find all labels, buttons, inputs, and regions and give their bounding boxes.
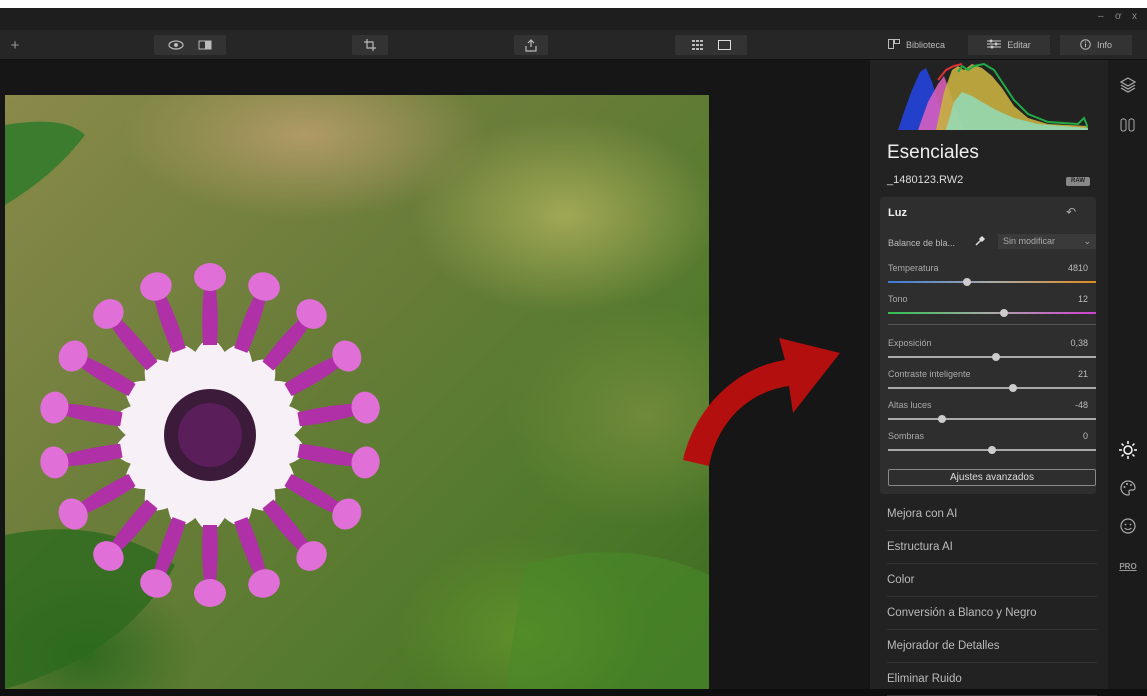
slider-label: Temperatura [888,263,939,273]
slider-label: Exposición [888,338,932,348]
slider-divider [888,324,1096,325]
section-header[interactable]: Conversión a Blanco y Negro [887,597,1097,630]
maximize-button[interactable]: ơ [1115,11,1122,22]
add-button[interactable]: + [4,35,26,55]
layers-icon[interactable] [1118,75,1138,95]
view-toggle-group [154,35,226,55]
palette-icon[interactable] [1118,478,1138,498]
close-button[interactable]: x [1132,11,1137,22]
slider-value[interactable]: 0 [1028,431,1088,441]
slider-track[interactable] [888,278,1096,286]
red-curved-arrow [675,318,845,473]
screen-top-edge [0,0,1147,8]
light-title[interactable]: Luz [888,207,907,219]
single-view-icon[interactable] [717,40,731,50]
slider-label: Altas luces [888,400,932,410]
main-toolbar: + Biblioteca Editar Info [0,30,1147,60]
face-icon[interactable] [1118,516,1138,536]
slider-handle[interactable] [988,446,996,454]
eyedropper-icon[interactable] [974,235,988,249]
section-header[interactable]: Eliminar Ruido [887,663,1097,696]
nav-edit[interactable]: Editar [968,35,1050,55]
slider-handle[interactable] [963,278,972,286]
reset-icon[interactable]: ↶ [1066,205,1076,219]
light-section: Luz ↶ Balance de bla... Sin modificar ⌄ … [880,197,1096,494]
slider-track[interactable] [888,309,1096,317]
slider-handle[interactable] [938,415,947,423]
nav-info[interactable]: Info [1060,35,1132,55]
slider-track[interactable] [888,446,1096,454]
chevron-down-icon: ⌄ [1083,236,1091,246]
slider-value[interactable]: 4810 [1028,263,1088,273]
image-canvas[interactable] [0,60,870,689]
nav-edit-label: Editar [1007,40,1031,50]
white-balance-value: Sin modificar [1003,236,1056,246]
crop-button[interactable] [352,35,388,55]
white-balance-label: Balance de bla... [888,238,956,248]
nav-library[interactable]: Biblioteca [880,35,953,55]
tool-sidebar: PRO [1108,60,1147,689]
advanced-settings-button[interactable]: Ajustes avanzados [888,469,1096,486]
crop-icon [364,39,376,51]
compare-icon[interactable] [198,40,212,50]
white-balance-select[interactable]: Sin modificar ⌄ [998,234,1096,249]
pro-icon[interactable]: PRO [1118,556,1138,576]
section-header[interactable]: Mejorador de Detalles [887,630,1097,663]
flower-photo [5,95,709,689]
section-header[interactable]: Color [887,564,1097,597]
histogram [898,62,1089,135]
file-name: _1480123.RW2 [887,174,964,186]
slider-handle[interactable] [1008,384,1017,392]
slider-track[interactable] [888,415,1096,423]
layout-group [675,35,747,55]
sun-icon[interactable] [1118,440,1138,460]
panel-title: Esenciales [887,142,979,163]
slider-label: Sombras [888,431,925,441]
title-bar: – ơ x [0,8,1147,30]
eye-icon[interactable] [168,40,184,50]
minimize-button[interactable]: – [1098,11,1104,22]
slider-track[interactable] [888,384,1096,392]
sliders-icon [987,39,1002,51]
nav-info-label: Info [1096,40,1112,50]
section-header[interactable]: Estructura AI [887,531,1097,564]
slider-handle[interactable] [992,353,1001,361]
grid-icon[interactable] [691,40,704,50]
slider-track[interactable] [888,353,1096,361]
raw-badge: RAW [1066,177,1090,186]
slider-handle[interactable] [1000,309,1009,317]
library-icon [888,39,900,51]
share-icon [525,38,537,52]
edit-panel: Esenciales _1480123.RW2 RAW Luz ↶ Balanc… [870,60,1108,696]
info-icon [1080,38,1091,52]
slider-value[interactable]: -48 [1028,400,1088,410]
share-button[interactable] [514,35,548,55]
compare-panels-icon[interactable] [1118,115,1138,135]
nav-library-label: Biblioteca [906,40,946,50]
slider-label: Tono [888,294,908,304]
slider-label: Contraste inteligente [888,369,971,379]
slider-value[interactable]: 21 [1028,369,1088,379]
slider-value[interactable]: 12 [1028,294,1088,304]
section-header[interactable]: Mejora con AI [887,498,1097,531]
slider-value[interactable]: 0,38 [1028,338,1088,348]
